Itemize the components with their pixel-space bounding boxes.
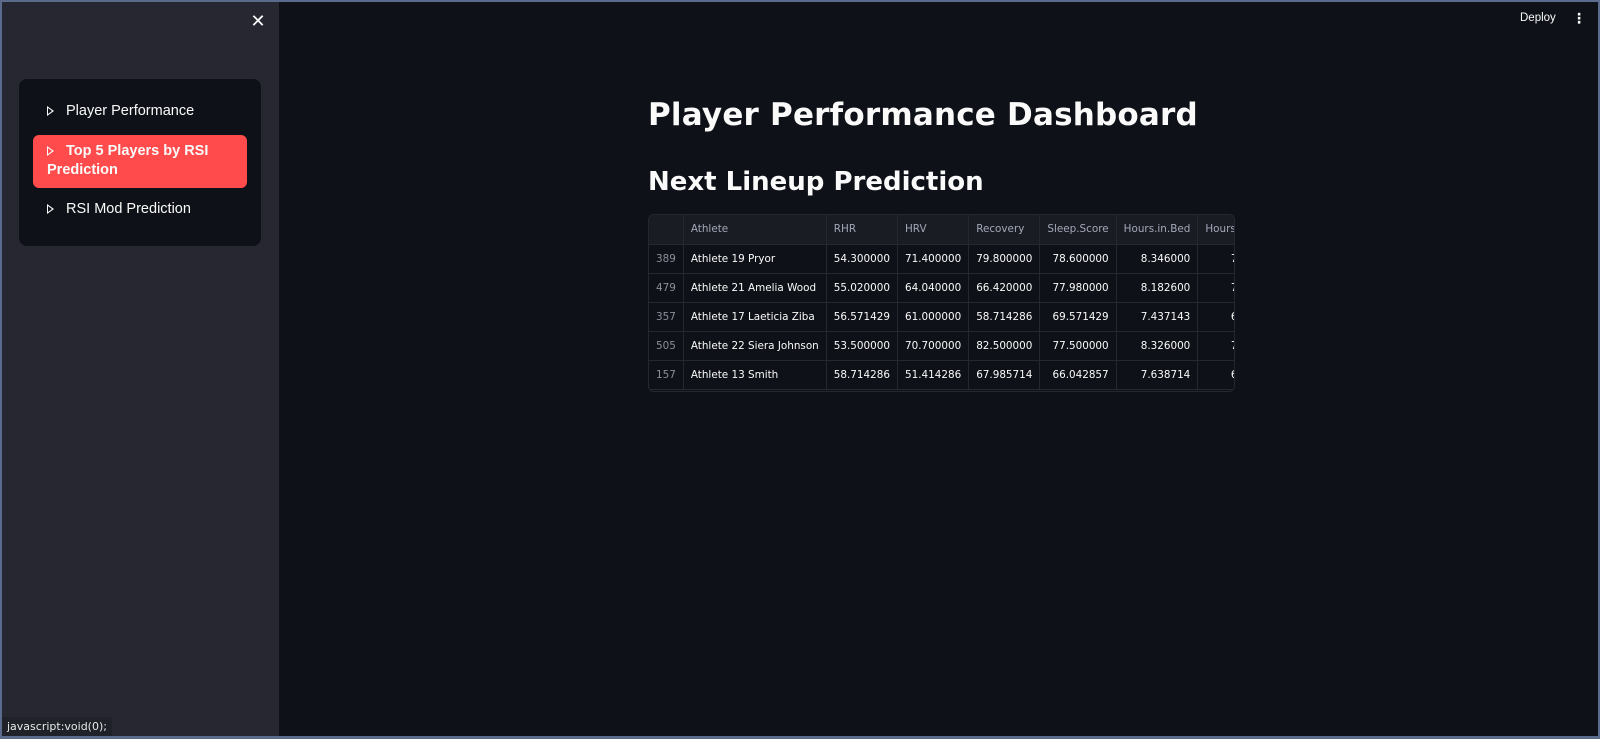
sidebar-item-label: Player Performance <box>66 103 195 119</box>
cell-rhr[interactable]: 58.714286 <box>826 360 898 390</box>
cell-recovery[interactable]: 58.714286 <box>968 302 1041 332</box>
deploy-button[interactable]: Deploy <box>1520 12 1556 24</box>
cell-hours-of-sleep[interactable]: 6.78000 <box>1197 302 1234 332</box>
data-table[interactable]: Athlete RHR HRV Recovery Sleep.Score Hou… <box>648 214 1235 392</box>
column-header-hours-in-bed[interactable]: Hours.in.Bed <box>1116 215 1199 245</box>
column-header-recovery[interactable]: Recovery <box>968 215 1041 245</box>
row-index: 479 <box>649 273 684 303</box>
cell-hours-of-sleep[interactable]: 7.22000 <box>1197 331 1234 361</box>
table-row[interactable]: 357 Athlete 17 Laeticia Ziba 56.571429 6… <box>649 302 1234 332</box>
cell-athlete[interactable]: Athlete 13 Smith <box>683 360 827 390</box>
column-header-sleep-score[interactable]: Sleep.Score <box>1039 215 1117 245</box>
sidebar-item-top5-rsi[interactable]: Top 5 Players by RSI Prediction <box>33 135 247 188</box>
scrollbar[interactable] <box>1592 2 1598 736</box>
page-title: Player Performance Dashboard <box>648 97 1198 133</box>
cell-rhr[interactable]: 55.020000 <box>826 273 898 303</box>
table-row[interactable]: 505 Athlete 22 Siera Johnson 53.500000 7… <box>649 331 1234 361</box>
more-menu-icon[interactable]: ⋮ <box>1572 11 1586 27</box>
cell-recovery[interactable]: 82.500000 <box>968 331 1041 361</box>
table-row[interactable]: 389 Athlete 19 Pryor 54.300000 71.400000… <box>649 244 1234 274</box>
cell-athlete[interactable]: Athlete 22 Siera Johnson <box>683 331 827 361</box>
cell-hours-in-bed[interactable]: 7.437143 <box>1116 302 1199 332</box>
cell-recovery[interactable]: 67.985714 <box>968 360 1041 390</box>
cell-rhr[interactable]: 54.300000 <box>826 244 898 274</box>
cell-hours-of-sleep[interactable]: 7.30000 <box>1197 244 1234 274</box>
cell-rhr[interactable]: 56.571429 <box>826 302 898 332</box>
cell-hours-of-sleep[interactable]: 6.18171 <box>1197 360 1234 390</box>
cell-hrv[interactable]: 71.400000 <box>897 244 970 274</box>
cell-hours-in-bed[interactable]: 8.346000 <box>1116 244 1199 274</box>
cell-hours-in-bed[interactable]: 8.182600 <box>1116 273 1199 303</box>
row-index: 505 <box>649 331 684 361</box>
cell-sleep-score[interactable]: 77.980000 <box>1039 273 1117 303</box>
sidebar-item-player-performance[interactable]: Player Performance <box>33 102 247 121</box>
sidebar-item-rsi-mod[interactable]: RSI Mod Prediction <box>33 200 247 219</box>
table-row[interactable]: 479 Athlete 21 Amelia Wood 55.020000 64.… <box>649 273 1234 303</box>
cell-hrv[interactable]: 51.414286 <box>897 360 970 390</box>
cell-athlete[interactable]: Athlete 21 Amelia Wood <box>683 273 827 303</box>
cell-recovery[interactable]: 66.420000 <box>968 273 1041 303</box>
row-index: 389 <box>649 244 684 274</box>
column-header-rhr[interactable]: RHR <box>826 215 898 245</box>
cell-sleep-score[interactable]: 66.042857 <box>1039 360 1117 390</box>
cell-hrv[interactable]: 61.000000 <box>897 302 970 332</box>
cell-rhr[interactable]: 53.500000 <box>826 331 898 361</box>
cell-sleep-score[interactable]: 77.500000 <box>1039 331 1117 361</box>
table-row[interactable]: 157 Athlete 13 Smith 58.714286 51.414286… <box>649 360 1234 390</box>
sidebar-item-label: Top 5 Players by RSI Prediction <box>47 143 209 178</box>
cell-sleep-score[interactable]: 78.600000 <box>1039 244 1117 274</box>
cell-athlete[interactable]: Athlete 17 Laeticia Ziba <box>683 302 827 332</box>
sidebar-nav: Player Performance Top 5 Players by RSI … <box>19 79 261 246</box>
cell-hours-of-sleep[interactable]: 7.22960 <box>1197 273 1234 303</box>
sidebar: ✕ Player Performance Top 5 Players by RS… <box>2 2 279 736</box>
column-header-hrv[interactable]: HRV <box>897 215 970 245</box>
sidebar-item-label: RSI Mod Prediction <box>66 201 191 217</box>
row-index: 157 <box>649 360 684 390</box>
close-icon[interactable]: ✕ <box>247 11 269 33</box>
row-index: 357 <box>649 302 684 332</box>
status-bar-url: javascript:void(0); <box>2 717 112 736</box>
cell-hrv[interactable]: 64.040000 <box>897 273 970 303</box>
play-icon <box>47 106 54 116</box>
app-frame: ✕ Player Performance Top 5 Players by RS… <box>2 2 1598 736</box>
column-header-hours-of-sleep[interactable]: Hours.of.Slee <box>1197 215 1234 245</box>
column-header-athlete[interactable]: Athlete <box>683 215 827 245</box>
section-title: Next Lineup Prediction <box>648 167 984 197</box>
column-header-index[interactable] <box>649 215 684 245</box>
cell-sleep-score[interactable]: 69.571429 <box>1039 302 1117 332</box>
cell-recovery[interactable]: 79.800000 <box>968 244 1041 274</box>
cell-athlete[interactable]: Athlete 19 Pryor <box>683 244 827 274</box>
play-icon <box>47 204 54 214</box>
cell-hours-in-bed[interactable]: 7.638714 <box>1116 360 1199 390</box>
cell-hours-in-bed[interactable]: 8.326000 <box>1116 331 1199 361</box>
play-icon <box>47 146 54 156</box>
table-header-row: Athlete RHR HRV Recovery Sleep.Score Hou… <box>649 215 1234 245</box>
cell-hrv[interactable]: 70.700000 <box>897 331 970 361</box>
